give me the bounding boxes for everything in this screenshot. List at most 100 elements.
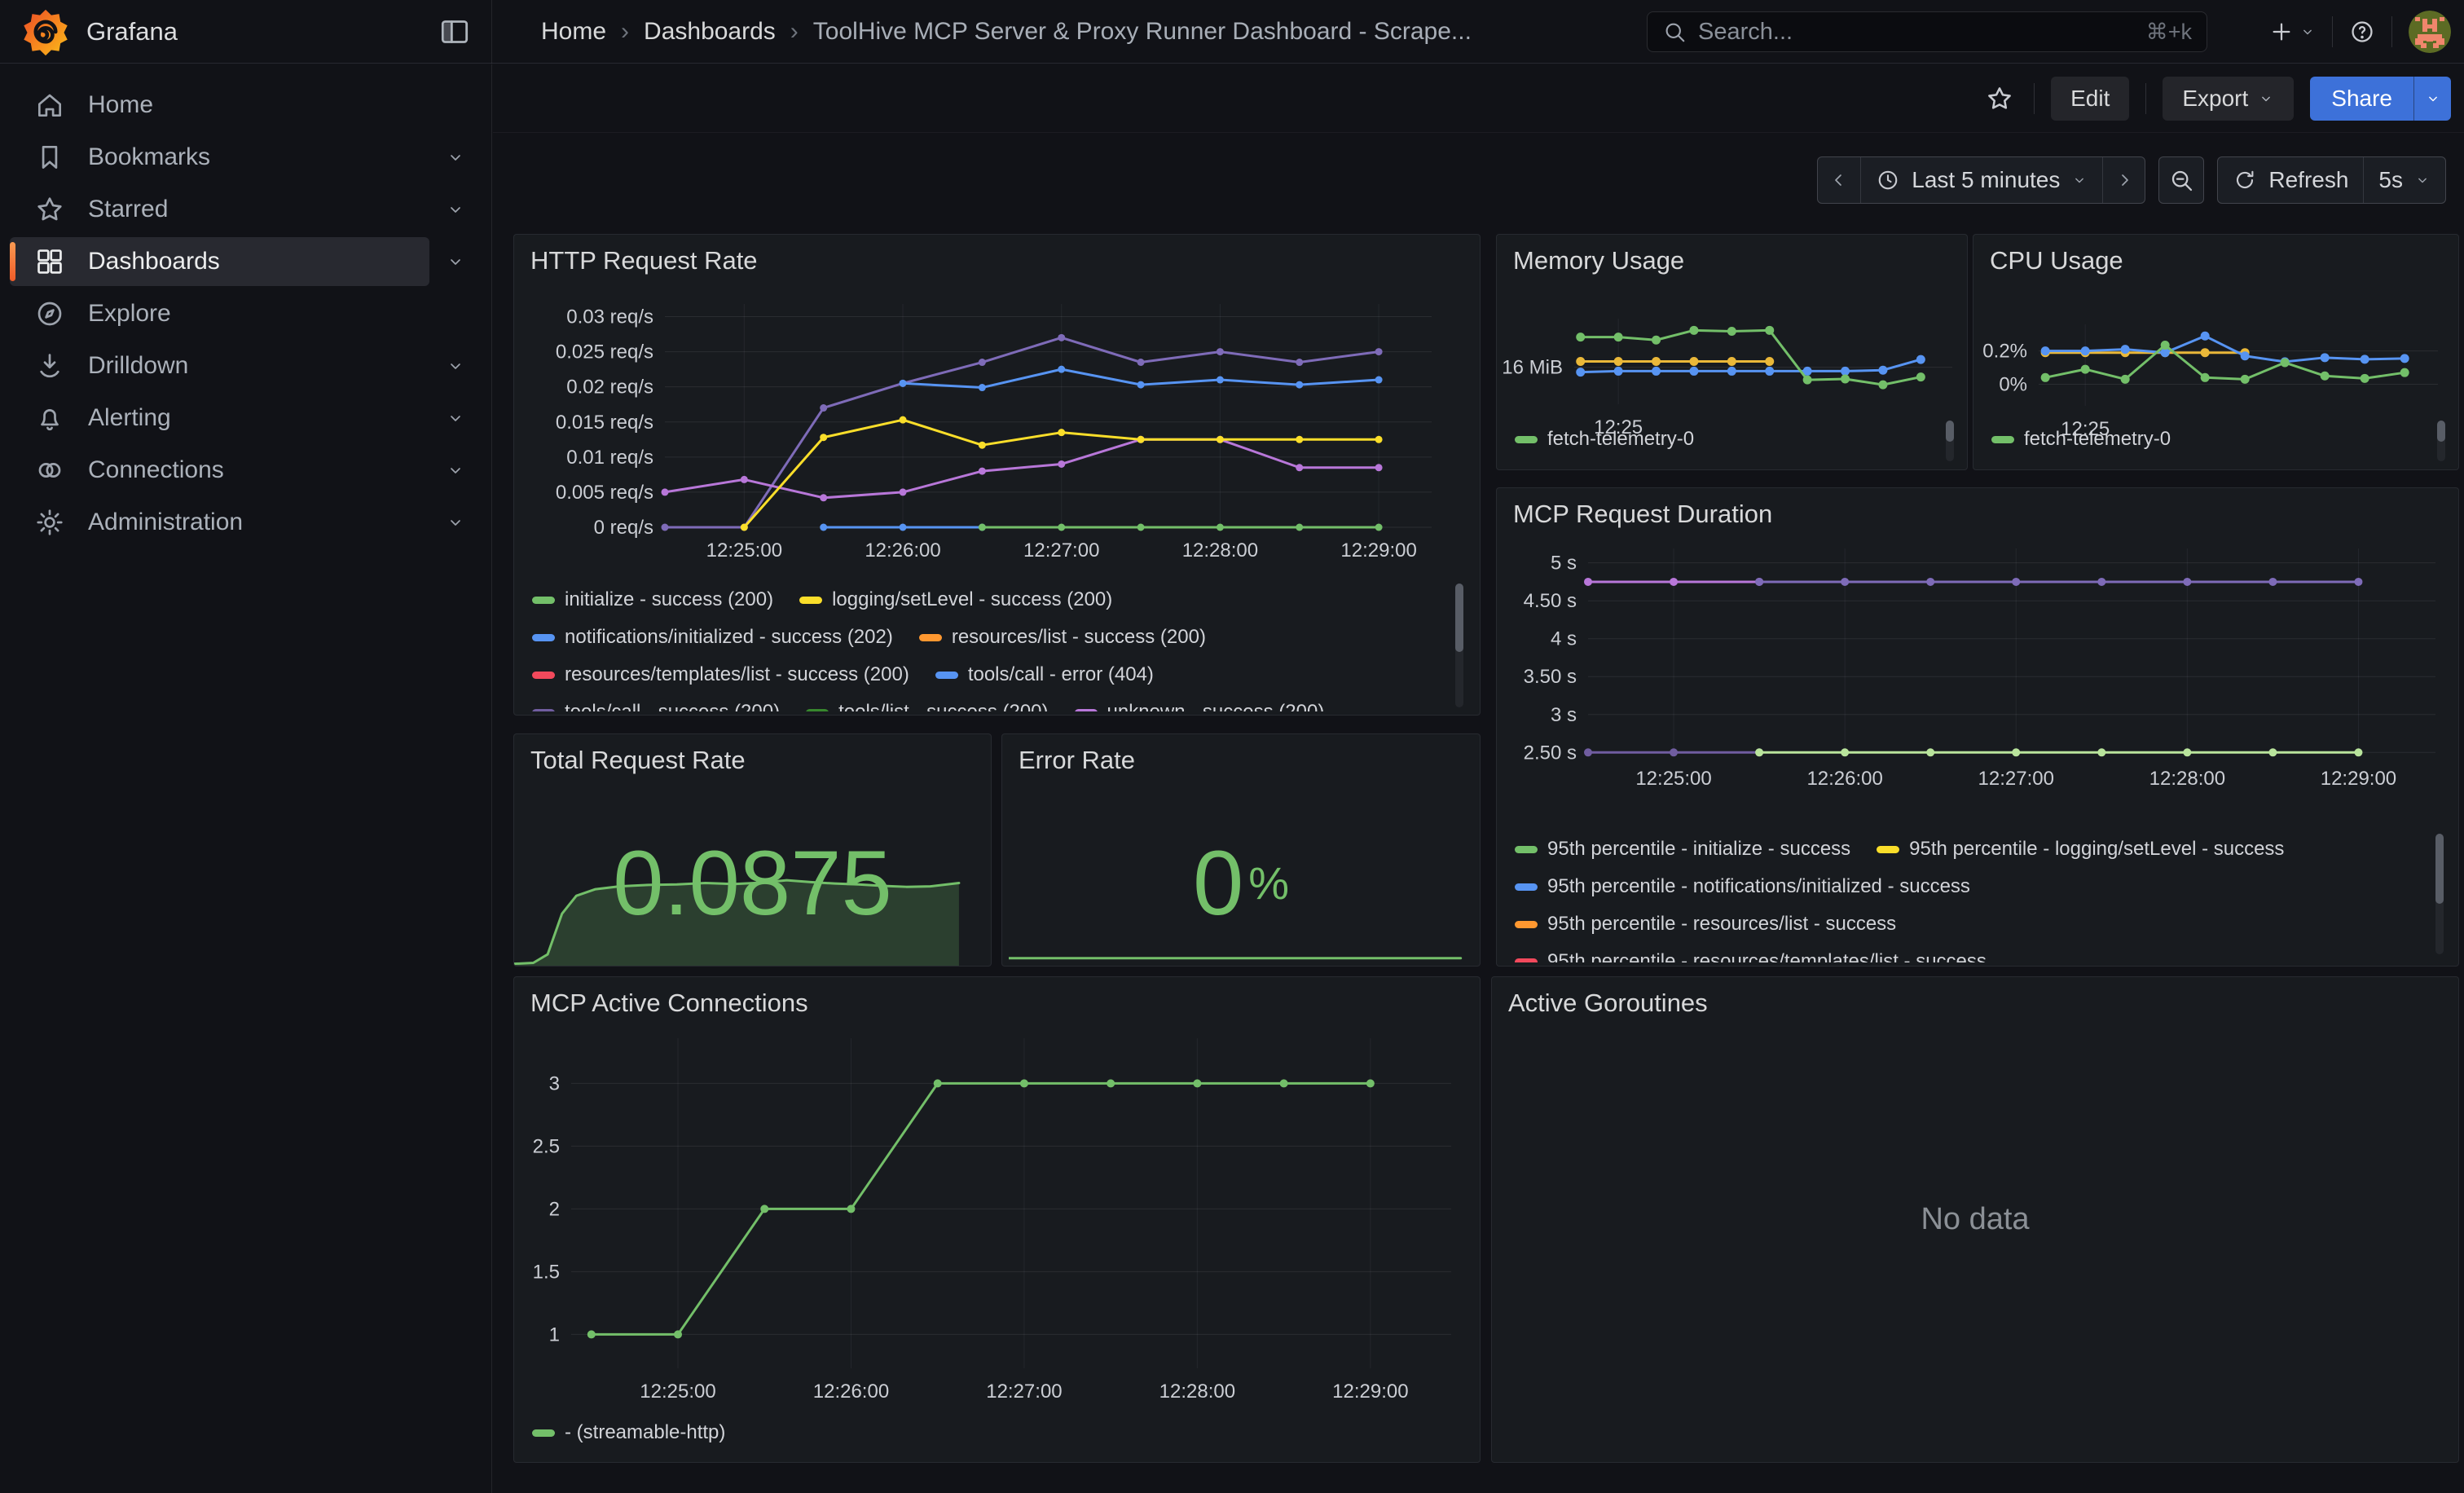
legend-item[interactable]: resources/list - success (200): [919, 626, 1206, 649]
legend-swatch: [1515, 958, 1538, 963]
sidebar-item-administration[interactable]: Administration: [0, 496, 491, 548]
svg-text:0%: 0%: [1999, 373, 2027, 395]
refresh-interval-picker[interactable]: 5s: [2363, 157, 2445, 203]
legend-item[interactable]: resources/templates/list - success (200): [532, 663, 909, 686]
time-shift-back-button[interactable]: [1818, 157, 1860, 203]
legend-scrollbar[interactable]: [1946, 421, 1954, 461]
legend-item[interactable]: notifications/initialized - success (202…: [532, 626, 893, 649]
sidebar-item-home[interactable]: Home: [0, 79, 491, 131]
chevron-down-icon[interactable]: [429, 236, 482, 288]
edit-button[interactable]: Edit: [2051, 77, 2129, 121]
total-request-rate-value: 0.0875: [613, 830, 892, 936]
legend-item[interactable]: 95th percentile - initialize - success: [1515, 838, 1850, 861]
share-split-button[interactable]: Share: [2310, 77, 2451, 121]
mcp-active-connections-chart[interactable]: 12:25:0012:26:0012:27:0012:28:0012:29:00…: [514, 977, 1459, 1401]
sidebar-item-drilldown[interactable]: Drilldown: [0, 340, 491, 392]
legend-item[interactable]: 95th percentile - resources/list - succe…: [1515, 913, 1896, 936]
breadcrumb: Home › Dashboards › ToolHive MCP Server …: [541, 0, 1472, 64]
legend-item[interactable]: fetch-telemetry-0: [1515, 428, 1694, 451]
legend-item[interactable]: - (streamable-http): [532, 1421, 725, 1444]
help-button[interactable]: [2349, 19, 2375, 45]
legend-item[interactable]: unknown - success (200): [1075, 701, 1325, 711]
legend-item[interactable]: initialize - success (200): [532, 588, 773, 611]
chevron-down-icon[interactable]: [429, 183, 482, 236]
panel-title[interactable]: Error Rate: [1019, 746, 1135, 775]
chevron-right-icon: [2114, 170, 2134, 190]
panel-title[interactable]: MCP Active Connections: [530, 989, 808, 1018]
legend-item[interactable]: 95th percentile - notifications/initiali…: [1515, 875, 1970, 898]
sidebar-navigation: Home Bookmarks Starred Dashboards Explor…: [0, 64, 492, 1493]
svg-text:12:26:00: 12:26:00: [865, 540, 940, 562]
panel-title[interactable]: HTTP Request Rate: [530, 246, 758, 275]
svg-text:1: 1: [549, 1323, 560, 1345]
chevron-down-icon[interactable]: [429, 496, 482, 548]
legend-item[interactable]: fetch-telemetry-0: [1991, 428, 2171, 451]
sidebar-item-dashboards[interactable]: Dashboards: [0, 236, 491, 288]
sidebar-item-connections[interactable]: Connections: [0, 444, 491, 496]
legend-swatch: [532, 597, 555, 604]
legend-scrollbar[interactable]: [1455, 584, 1463, 707]
legend-row: initialize - success (200) logging/setLev…: [532, 581, 1431, 619]
panel-title[interactable]: CPU Usage: [1990, 246, 2123, 275]
chart-legend: - (streamable-http): [532, 1414, 1447, 1460]
add-new-button[interactable]: [2268, 19, 2316, 45]
breadcrumb-dashboards[interactable]: Dashboards: [644, 18, 776, 46]
export-button[interactable]: Export: [2163, 77, 2294, 121]
chevron-down-icon[interactable]: [429, 444, 482, 496]
sidebar-item-alerting[interactable]: Alerting: [0, 392, 491, 444]
breadcrumb-home[interactable]: Home: [541, 18, 606, 46]
legend-label: 95th percentile - resources/templates/li…: [1547, 950, 1987, 962]
legend-item[interactable]: tools/list - success (200): [806, 701, 1048, 711]
chevron-down-icon[interactable]: [429, 340, 482, 392]
svg-text:12:25:00: 12:25:00: [640, 1381, 715, 1401]
legend-label: 95th percentile - logging/setLevel - suc…: [1909, 838, 2284, 861]
share-dropdown-button[interactable]: [2413, 77, 2451, 121]
chevron-down-icon[interactable]: [429, 131, 482, 183]
legend-item[interactable]: 95th percentile - resources/templates/li…: [1515, 950, 1987, 962]
share-button[interactable]: Share: [2310, 77, 2413, 121]
chart-legend: fetch-telemetry-0: [1991, 421, 2426, 466]
refresh-button[interactable]: Refresh: [2218, 157, 2363, 203]
search-icon: [1662, 20, 1687, 44]
panel-title[interactable]: MCP Request Duration: [1513, 500, 1772, 529]
panel-title[interactable]: Active Goroutines: [1508, 989, 1708, 1018]
sidebar-toggle-icon[interactable]: [438, 15, 471, 48]
breadcrumb-current-dashboard: ToolHive MCP Server & Proxy Runner Dashb…: [813, 18, 1472, 46]
gear-icon: [34, 507, 65, 538]
svg-text:12:27:00: 12:27:00: [1023, 540, 1099, 562]
favorite-star-button[interactable]: [1982, 81, 2017, 117]
time-shift-forward-button[interactable]: [2102, 157, 2145, 203]
sidebar-item-bookmarks[interactable]: Bookmarks: [0, 131, 491, 183]
chart-legend: 95th percentile - initialize - success 95…: [1515, 830, 2409, 962]
bell-icon: [34, 403, 65, 434]
legend-scrollbar[interactable]: [2435, 834, 2444, 954]
legend-item[interactable]: 95th percentile - logging/setLevel - suc…: [1877, 838, 2284, 861]
http-request-rate-chart[interactable]: 12:25:0012:26:0012:27:0012:28:0012:29:00…: [514, 235, 1459, 585]
legend-label: fetch-telemetry-0: [1547, 428, 1694, 451]
svg-text:12:28:00: 12:28:00: [2149, 768, 2225, 790]
grafana-logo-icon[interactable]: [21, 7, 70, 56]
time-range-group: Last 5 minutes: [1817, 156, 2145, 204]
legend-label: resources/list - success (200): [952, 626, 1206, 649]
chevron-down-icon[interactable]: [429, 392, 482, 444]
search-box[interactable]: ⌘+k: [1647, 11, 2207, 52]
sidebar-item-starred[interactable]: Starred: [0, 183, 491, 236]
search-input[interactable]: [1698, 19, 2135, 46]
mcp-request-duration-chart[interactable]: 12:25:0012:26:0012:27:0012:28:0012:29:00…: [1497, 488, 2442, 814]
svg-text:4.50 s: 4.50 s: [1524, 590, 1577, 612]
panel-title[interactable]: Memory Usage: [1513, 246, 1684, 275]
sidebar-item-explore[interactable]: Explore: [0, 288, 491, 340]
user-avatar[interactable]: [2409, 11, 2451, 53]
panel-title[interactable]: Total Request Rate: [530, 746, 746, 775]
zoom-out-button[interactable]: [2158, 156, 2204, 204]
legend-item[interactable]: tools/call - success (200): [532, 701, 780, 711]
time-range-picker[interactable]: Last 5 minutes: [1860, 157, 2102, 203]
legend-row: 95th percentile - resources/list - succe…: [1515, 905, 2409, 943]
divider: [2145, 83, 2146, 114]
legend-scrollbar[interactable]: [2437, 421, 2445, 461]
legend-item[interactable]: logging/setLevel - success (200): [799, 588, 1112, 611]
svg-text:2.5: 2.5: [533, 1135, 560, 1157]
svg-text:0.025 req/s: 0.025 req/s: [556, 341, 653, 363]
legend-item[interactable]: tools/call - error (404): [935, 663, 1154, 686]
legend-swatch: [806, 709, 829, 712]
